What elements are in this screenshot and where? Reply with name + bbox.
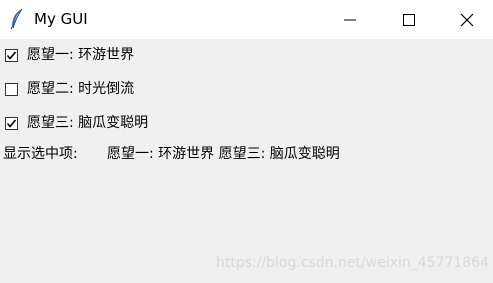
client-area: 愿望一: 环游世界 愿望二: 时光倒流 愿望三: 脑瓜变聪明 显示选中项: 愿望… bbox=[0, 39, 493, 283]
app-window: My GUI 愿望一: 环游世界 愿望二: 时光倒流 愿望三: 脑瓜变聪明 显示… bbox=[0, 0, 493, 283]
selected-items-value: 愿望一: 环游世界 愿望三: 脑瓜变聪明 bbox=[107, 146, 340, 162]
checkbox-box[interactable] bbox=[5, 82, 18, 96]
checkbox-box[interactable] bbox=[5, 116, 18, 130]
checkbox-label[interactable]: 愿望三: 脑瓜变聪明 bbox=[27, 113, 148, 133]
maximize-icon bbox=[403, 14, 415, 26]
close-button[interactable] bbox=[438, 0, 493, 39]
title-bar[interactable]: My GUI bbox=[0, 0, 493, 39]
checkbox-wish-2[interactable]: 愿望二: 时光倒流 bbox=[5, 79, 134, 99]
watermark-text: https://blog.csdn.net/weixin_45771864 bbox=[216, 255, 490, 271]
checkbox-label[interactable]: 愿望一: 环游世界 bbox=[27, 45, 134, 65]
checkmark-icon bbox=[6, 118, 17, 128]
checkbox-wish-3[interactable]: 愿望三: 脑瓜变聪明 bbox=[5, 113, 148, 133]
minimize-icon bbox=[344, 19, 356, 21]
window-title: My GUI bbox=[34, 10, 88, 28]
checkbox-box[interactable] bbox=[5, 48, 18, 62]
checkbox-wish-1[interactable]: 愿望一: 环游世界 bbox=[5, 45, 134, 65]
minimize-button[interactable] bbox=[321, 0, 379, 39]
close-icon bbox=[460, 13, 474, 27]
selected-items-label: 显示选中项: bbox=[3, 146, 78, 162]
maximize-button[interactable] bbox=[380, 0, 438, 39]
feather-icon bbox=[9, 8, 25, 30]
checkbox-label[interactable]: 愿望二: 时光倒流 bbox=[27, 79, 134, 99]
checkmark-icon bbox=[6, 50, 17, 60]
